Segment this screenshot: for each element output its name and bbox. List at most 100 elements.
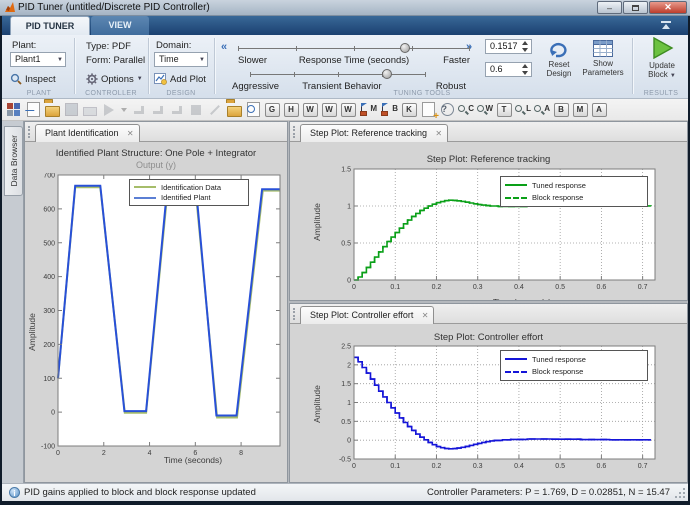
- panel-tab-bar: Plant Identification ✕: [25, 122, 287, 142]
- inspect-button[interactable]: Inspect: [10, 73, 56, 85]
- letter-b-button[interactable]: B: [553, 102, 569, 118]
- run-icon[interactable]: [101, 102, 117, 118]
- panel-grip[interactable]: [28, 126, 31, 138]
- resize-grip[interactable]: [674, 487, 686, 499]
- transient-behavior-slider-track[interactable]: [250, 74, 426, 75]
- help-icon[interactable]: ?: [439, 102, 455, 118]
- open-folder-icon[interactable]: [44, 102, 60, 118]
- legend-label: Block response: [532, 367, 583, 376]
- reference-tracking-doc-tab[interactable]: Step Plot: Reference tracking ✕: [300, 124, 448, 142]
- run-dropdown-icon[interactable]: [120, 102, 128, 118]
- svg-text:1: 1: [347, 204, 351, 211]
- panel-grip[interactable]: [293, 308, 296, 320]
- options-button[interactable]: Options ▼: [86, 73, 143, 85]
- find-file-icon[interactable]: [245, 102, 261, 118]
- step-forward-icon[interactable]: [131, 102, 147, 118]
- update-block-button[interactable]: Update Block ▼: [638, 37, 686, 81]
- response-time-input[interactable]: 0.1517: [485, 39, 532, 54]
- stop-icon[interactable]: [207, 102, 223, 118]
- save-icon[interactable]: [63, 102, 79, 118]
- open-folder-2-icon[interactable]: [226, 102, 242, 118]
- new-doc-icon[interactable]: [420, 102, 436, 118]
- legend-entry: Tuned response: [505, 354, 643, 365]
- legend-line-sample: [134, 197, 156, 199]
- step-out-icon[interactable]: [169, 102, 185, 118]
- letter-w3-button[interactable]: W: [340, 102, 356, 118]
- controller-effort-doc-tab[interactable]: Step Plot: Controller effort ✕: [300, 306, 434, 324]
- legend-label: Block response: [532, 193, 583, 202]
- close-tab-icon[interactable]: ✕: [422, 307, 429, 324]
- svg-text:-100: -100: [41, 444, 55, 451]
- slower-chevron-icon[interactable]: «: [221, 41, 227, 53]
- close-tab-icon[interactable]: ✕: [435, 125, 442, 142]
- flag-m-button[interactable]: M: [359, 102, 377, 118]
- title-bar[interactable]: PID Tuner (untitled/Discrete PID Control…: [0, 0, 690, 16]
- inspect-label: Inspect: [25, 74, 56, 85]
- new-model-icon[interactable]: [6, 102, 22, 118]
- letter-m-button[interactable]: M: [572, 102, 588, 118]
- search-a-button[interactable]: A: [534, 102, 550, 118]
- step-in-icon[interactable]: [150, 102, 166, 118]
- maximize-icon: [632, 5, 639, 11]
- plot-legend[interactable]: Tuned responseBlock response: [500, 176, 648, 207]
- search-l-button[interactable]: L: [515, 102, 531, 118]
- letter-w1-button[interactable]: W: [302, 102, 318, 118]
- response-time-slider-track[interactable]: [238, 48, 470, 49]
- domain-dropdown-value: Time: [159, 54, 179, 64]
- search-w-button[interactable]: W: [477, 102, 493, 118]
- svg-text:0.5: 0.5: [555, 463, 565, 470]
- svg-text:500: 500: [43, 240, 55, 247]
- letter-k-button[interactable]: K: [401, 102, 417, 118]
- svg-text:0.1: 0.1: [390, 284, 400, 291]
- tab-pid-tuner[interactable]: PID TUNER: [10, 16, 90, 35]
- spin-down-icon[interactable]: [520, 47, 530, 53]
- minimize-button[interactable]: –: [597, 1, 622, 14]
- plot-legend[interactable]: Tuned response Block response: [500, 350, 648, 381]
- letter-w2-button[interactable]: W: [321, 102, 337, 118]
- magnifier-icon: [10, 73, 22, 85]
- caret-down-icon: ▼: [199, 54, 205, 67]
- caret-down-icon: ▼: [57, 54, 63, 67]
- controller-form: Form: Parallel: [86, 55, 145, 66]
- plot-legend[interactable]: Identification DataIdentified Plant: [129, 179, 249, 206]
- show-parameters-button[interactable]: Show Parameters: [578, 40, 628, 77]
- spin-down-icon[interactable]: [520, 70, 530, 76]
- caret-down-icon: ▼: [670, 73, 676, 79]
- letter-a-button[interactable]: A: [591, 102, 607, 118]
- response-time-slider-handle[interactable]: [400, 43, 410, 53]
- plant-identification-doc-tab[interactable]: Plant Identification ✕: [35, 124, 140, 142]
- gear-icon: [86, 73, 98, 85]
- plant-identification-plot[interactable]: 02468-1000100200300400500600700: [27, 173, 285, 473]
- run-to-cursor-icon[interactable]: [188, 102, 204, 118]
- add-plot-label: Add Plot: [170, 74, 206, 85]
- letter-h-button[interactable]: H: [283, 102, 299, 118]
- maximize-button[interactable]: [623, 1, 648, 14]
- letter-g-button[interactable]: G: [264, 102, 280, 118]
- matlab-logo-icon: [4, 2, 16, 13]
- tab-view[interactable]: VIEW: [91, 16, 149, 35]
- data-browser-tab[interactable]: Data Browser: [4, 126, 23, 196]
- domain-dropdown[interactable]: Time ▼: [154, 52, 208, 67]
- caret-down-icon: ▼: [137, 76, 143, 82]
- add-plot-icon[interactable]: [25, 102, 41, 118]
- transient-behavior-input[interactable]: 0.6: [485, 62, 532, 77]
- transient-behavior-slider-handle[interactable]: [382, 69, 392, 79]
- legend-line-sample: [505, 371, 527, 373]
- add-plot-button[interactable]: Add Plot: [154, 73, 206, 85]
- panel-grip[interactable]: [293, 126, 296, 138]
- tab-label: Step Plot: Controller effort: [310, 310, 413, 320]
- close-tab-icon[interactable]: ✕: [127, 125, 134, 142]
- reset-design-button[interactable]: Reset Design: [540, 40, 578, 78]
- collapse-ribbon-icon[interactable]: [660, 21, 672, 30]
- flag-b-button[interactable]: B: [380, 102, 398, 118]
- search-c-button[interactable]: C: [458, 102, 474, 118]
- letter-t-button[interactable]: T: [496, 102, 512, 118]
- plant-dropdown[interactable]: Plant1 ▼: [10, 52, 66, 67]
- close-button[interactable]: ✕: [649, 1, 687, 14]
- pid-tuner-window: PID Tuner (untitled/Discrete PID Control…: [0, 0, 690, 505]
- print-icon[interactable]: [82, 102, 98, 118]
- spin-up-icon[interactable]: [520, 63, 530, 69]
- spin-up-icon[interactable]: [520, 40, 530, 46]
- section-divider: [74, 38, 75, 94]
- svg-text:0.2: 0.2: [432, 463, 442, 470]
